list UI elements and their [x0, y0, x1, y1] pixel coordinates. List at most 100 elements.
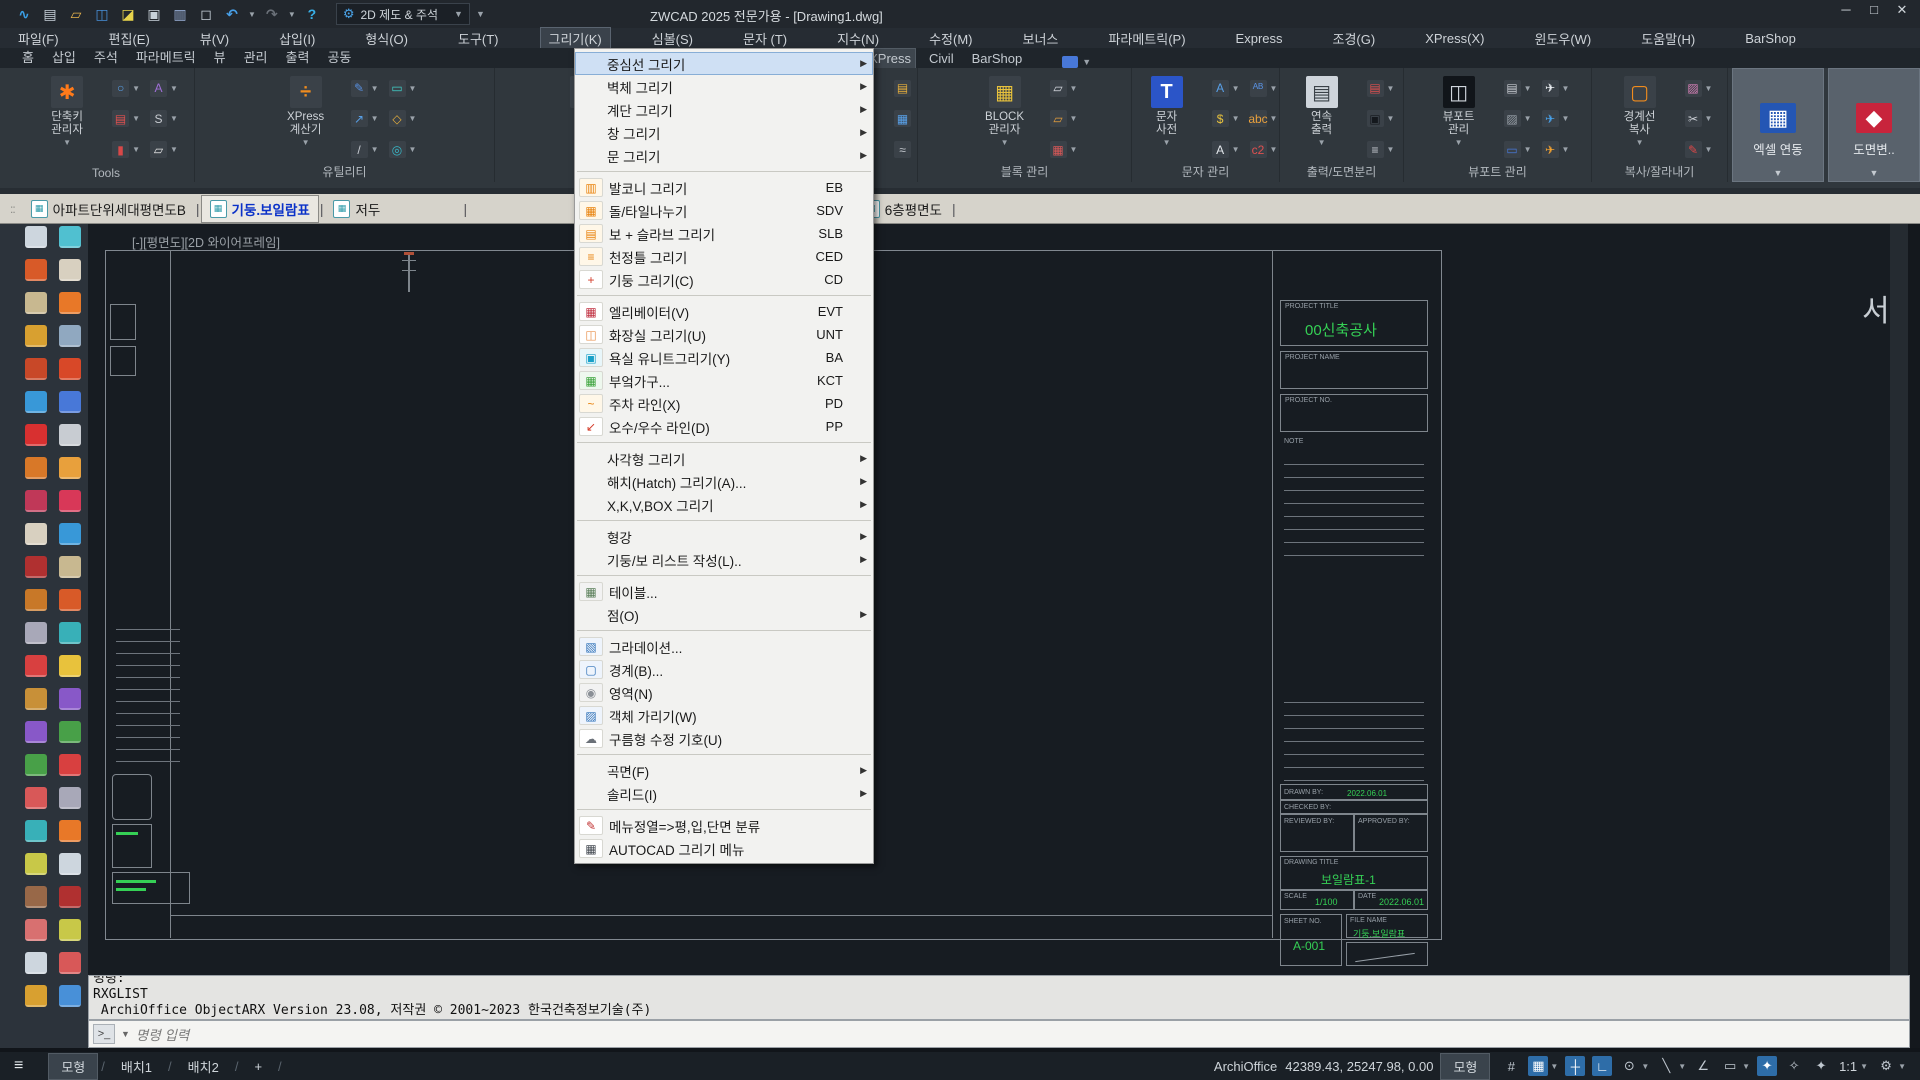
draw-menu-item[interactable]: ▦AUTOCAD 그리기 메뉴: [575, 837, 873, 860]
ribbon-tab[interactable]: 홈: [18, 45, 38, 68]
menubar-item[interactable]: 윈도우(W): [1526, 28, 1599, 49]
ribbon-big-button[interactable]: ÷XPress 계산기▼: [273, 76, 339, 147]
ribbon-small-button[interactable]: ○▼: [112, 80, 140, 97]
tool-icon[interactable]: [59, 556, 81, 578]
annotation-visibility-icon[interactable]: ✦: [1757, 1056, 1777, 1076]
lineweight-icon[interactable]: ╲▼: [1656, 1056, 1686, 1076]
tool-icon[interactable]: [59, 787, 81, 809]
ribbon-small-button[interactable]: ◇▼: [389, 110, 417, 127]
tool-icon[interactable]: [25, 226, 47, 248]
menubar-item[interactable]: 보너스: [1015, 28, 1067, 49]
ribbon-small-button[interactable]: ▦: [894, 110, 911, 127]
excel-icon[interactable]: ▦: [1760, 103, 1796, 133]
ortho-icon[interactable]: ∟: [1592, 1056, 1612, 1076]
drawing-convert-icon[interactable]: ◆: [1856, 103, 1892, 133]
ribbon-small-button[interactable]: ✎▼: [1685, 141, 1713, 158]
command-input[interactable]: 명령 입력: [136, 1024, 189, 1044]
menubar-item[interactable]: 도움말(H): [1633, 28, 1703, 49]
ribbon-small-button[interactable]: A▼: [1212, 80, 1240, 97]
ribbon-small-button[interactable]: ✈▼: [1542, 80, 1570, 97]
tool-icon[interactable]: [25, 391, 47, 413]
tool-icon[interactable]: [59, 688, 81, 710]
document-tab[interactable]: ▦저두: [325, 196, 461, 222]
draw-menu-item[interactable]: 기둥/보 리스트 작성(L)..▶: [575, 548, 873, 571]
tool-icon[interactable]: [25, 259, 47, 281]
menubar-item[interactable]: 수정(M): [921, 28, 980, 49]
ribbon-small-button[interactable]: ≈: [894, 141, 911, 158]
help-icon[interactable]: ?: [302, 4, 322, 24]
tool-icon[interactable]: [25, 919, 47, 941]
draw-menu-item[interactable]: ▦부엌가구...KCT: [575, 369, 873, 392]
ribbon-small-button[interactable]: ▣▼: [1367, 110, 1395, 127]
tool-icon[interactable]: [59, 886, 81, 908]
polar-tracking-icon[interactable]: ┼: [1565, 1056, 1585, 1076]
ribbon-big-button[interactable]: ◫뷰포트 관리▼: [1426, 76, 1492, 147]
draw-menu-item[interactable]: +기둥 그리기(C)CD: [575, 268, 873, 291]
ribbon-tab[interactable]: 주석: [90, 45, 122, 68]
menubar-item[interactable]: 조경(G): [1325, 28, 1384, 49]
maximize-button[interactable]: □: [1864, 2, 1884, 18]
zwcad-logo-icon[interactable]: ∿: [14, 4, 34, 24]
layout-tab[interactable]: +: [242, 1056, 274, 1077]
tool-icon[interactable]: [59, 523, 81, 545]
tool-icon[interactable]: [25, 688, 47, 710]
ribbon-tab[interactable]: 삽입: [48, 45, 80, 68]
ribbon-tab[interactable]: 파라메트릭: [132, 45, 200, 68]
dynamic-input-icon[interactable]: ▭▼: [1720, 1056, 1750, 1076]
tool-icon[interactable]: [59, 589, 81, 611]
ribbon-small-button[interactable]: S▼: [150, 110, 178, 127]
tool-icon[interactable]: [59, 655, 81, 677]
close-button[interactable]: ✕: [1892, 2, 1912, 18]
object-snap-icon[interactable]: ⊙▼: [1619, 1056, 1649, 1076]
layout-tab[interactable]: 모형: [49, 1054, 97, 1079]
ribbon-small-button[interactable]: ▱▼: [1050, 110, 1078, 127]
document-tab[interactable]: ▦아파트단위세대평면도B: [23, 196, 194, 222]
minimize-button[interactable]: ─: [1836, 2, 1856, 18]
ribbon-small-button[interactable]: c2▼: [1250, 141, 1278, 158]
ribbon-tab[interactable]: Civil: [925, 49, 958, 68]
draw-menu-item[interactable]: ▥발코니 그리기EB: [575, 176, 873, 199]
ribbon-tab[interactable]: 뷰: [210, 45, 230, 68]
draw-menu-item[interactable]: 해치(Hatch) 그리기(A)...▶: [575, 470, 873, 493]
settings-gear-icon[interactable]: ⚙▼: [1876, 1056, 1906, 1076]
draw-menu-item[interactable]: 솔리드(I)▶: [575, 782, 873, 805]
draw-menu-item[interactable]: ✎메뉴정열=>평,입,단면 분류: [575, 814, 873, 837]
command-prompt-icon[interactable]: >_: [93, 1024, 115, 1044]
workspace-selector[interactable]: ⚙ 2D 제도 & 주석 ▼: [336, 3, 470, 25]
viewport-controls-label[interactable]: [-][평면도][2D 와이어프레임]: [132, 232, 280, 251]
ribbon-small-button[interactable]: ↗▼: [351, 110, 379, 127]
tool-icon[interactable]: [59, 391, 81, 413]
tool-icon[interactable]: [25, 853, 47, 875]
draw-menu-item[interactable]: ▧그라데이션...: [575, 635, 873, 658]
tool-icon[interactable]: [59, 952, 81, 974]
ribbon-big-button[interactable]: ▦BLOCK 관리자▼: [972, 76, 1038, 147]
ribbon-tab[interactable]: 관리: [240, 45, 272, 68]
tool-icon[interactable]: [59, 853, 81, 875]
draw-menu-item[interactable]: ▣욕실 유니트그리기(Y)BA: [575, 346, 873, 369]
tool-icon[interactable]: [59, 754, 81, 776]
draw-menu-item[interactable]: ▦테이블...: [575, 580, 873, 603]
tool-icon[interactable]: [25, 952, 47, 974]
copy-icon[interactable]: ▣: [144, 4, 164, 24]
menubar-item[interactable]: 도구(T): [450, 28, 507, 49]
command-history[interactable]: 명령:RXGLIST ArchiOffice ObjectARX Version…: [88, 975, 1910, 1020]
angle-icon[interactable]: ∠: [1693, 1056, 1713, 1076]
print-icon[interactable]: ▥: [170, 4, 190, 24]
menubar-item[interactable]: 파라메트릭(P): [1100, 28, 1193, 49]
draw-menu-item[interactable]: ◉영역(N): [575, 681, 873, 704]
grid-icon[interactable]: #: [1501, 1056, 1521, 1076]
tool-icon[interactable]: [59, 424, 81, 446]
draw-menu-item[interactable]: ▦돌/타일나누기SDV: [575, 199, 873, 222]
draw-menu-item[interactable]: ↙오수/우수 라인(D)PP: [575, 415, 873, 438]
tool-icon[interactable]: [25, 589, 47, 611]
ribbon-small-button[interactable]: ▱▼: [150, 141, 178, 158]
layout-tab[interactable]: 배치2: [176, 1054, 231, 1079]
snap-grid-icon[interactable]: ▦▼: [1528, 1056, 1558, 1076]
redo-caret-icon[interactable]: ▼: [288, 10, 296, 19]
annotation-scale-icon[interactable]: ✦: [1811, 1056, 1831, 1076]
model-space-button[interactable]: 모형: [1441, 1054, 1489, 1079]
tool-icon[interactable]: [25, 424, 47, 446]
document-tab[interactable]: ▦기둥.보일람표: [202, 196, 318, 222]
draw-menu-item[interactable]: ≡천정틀 그리기CED: [575, 245, 873, 268]
hamburger-menu-icon[interactable]: ≡: [14, 1057, 23, 1075]
